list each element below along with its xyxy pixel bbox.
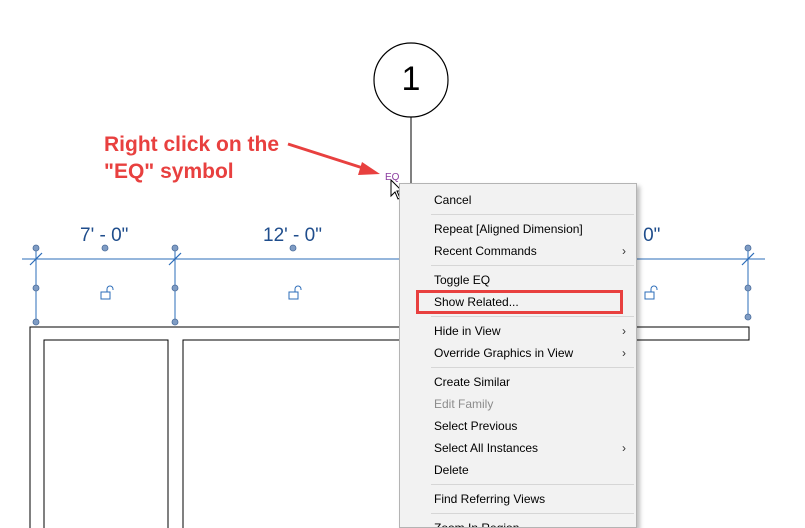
lock-icon[interactable] xyxy=(288,285,302,300)
annotation-line: "EQ" symbol xyxy=(104,160,234,183)
menu-item-label: Select Previous xyxy=(434,419,518,433)
menu-item-override-graphics[interactable]: Override Graphics in View › xyxy=(400,342,636,364)
submenu-arrow-icon: › xyxy=(622,346,626,360)
menu-item-select-previous[interactable]: Select Previous xyxy=(400,415,636,437)
menu-item-label: Recent Commands xyxy=(434,244,537,258)
lock-icon[interactable] xyxy=(644,285,658,300)
highlight-box xyxy=(416,290,623,314)
dimension-value[interactable]: 7' - 0" xyxy=(80,225,128,247)
menu-item-label: Toggle EQ xyxy=(434,273,491,287)
dimension-value[interactable]: 12' - 0" xyxy=(263,225,322,247)
menu-separator xyxy=(431,513,634,514)
menu-separator xyxy=(431,484,634,485)
menu-item-label: Cancel xyxy=(434,193,472,207)
lock-icon[interactable] xyxy=(100,285,114,300)
menu-item-edit-family: Edit Family xyxy=(400,393,636,415)
menu-item-zoom-in-region[interactable]: Zoom In Region xyxy=(400,517,636,528)
menu-item-toggle-eq[interactable]: Toggle EQ xyxy=(400,269,636,291)
menu-item-find-referring-views[interactable]: Find Referring Views xyxy=(400,488,636,510)
grid-label[interactable]: 1 xyxy=(374,42,448,116)
menu-item-select-all-instances[interactable]: Select All Instances › xyxy=(400,437,636,459)
menu-item-label: Select All Instances xyxy=(434,441,539,455)
menu-item-hide-in-view[interactable]: Hide in View › xyxy=(400,320,636,342)
annotation-line: Right click on the xyxy=(104,133,280,156)
menu-separator xyxy=(431,265,634,266)
menu-item-create-similar[interactable]: Create Similar xyxy=(400,371,636,393)
menu-separator xyxy=(431,316,634,317)
menu-separator xyxy=(431,367,634,368)
menu-item-label: Zoom In Region xyxy=(434,521,520,528)
submenu-arrow-icon: › xyxy=(622,244,626,258)
wall-outline[interactable] xyxy=(29,326,750,528)
instruction-annotation: Right click on the "EQ" symbol xyxy=(104,131,279,185)
menu-item-label: Override Graphics in View xyxy=(434,346,574,360)
eq-symbol[interactable]: EQ xyxy=(385,172,399,183)
menu-item-label: Create Similar xyxy=(434,375,511,389)
menu-item-recent-commands[interactable]: Recent Commands › xyxy=(400,240,636,262)
menu-item-label: Find Referring Views xyxy=(434,492,546,506)
menu-item-label: Hide in View xyxy=(434,324,501,338)
submenu-arrow-icon: › xyxy=(622,441,626,455)
menu-item-label: Delete xyxy=(434,463,469,477)
menu-item-repeat[interactable]: Repeat [Aligned Dimension] xyxy=(400,218,636,240)
menu-separator xyxy=(431,214,634,215)
context-menu[interactable]: Cancel Repeat [Aligned Dimension] Recent… xyxy=(399,183,637,528)
annotation-arrowhead xyxy=(358,162,380,175)
dimension-grips[interactable] xyxy=(32,244,752,326)
menu-item-cancel[interactable]: Cancel xyxy=(400,189,636,211)
submenu-arrow-icon: › xyxy=(622,324,626,338)
menu-item-label: Repeat [Aligned Dimension] xyxy=(434,222,583,236)
annotation-arrow xyxy=(287,142,367,171)
menu-item-delete[interactable]: Delete xyxy=(400,459,636,481)
menu-item-label: Edit Family xyxy=(434,397,494,411)
